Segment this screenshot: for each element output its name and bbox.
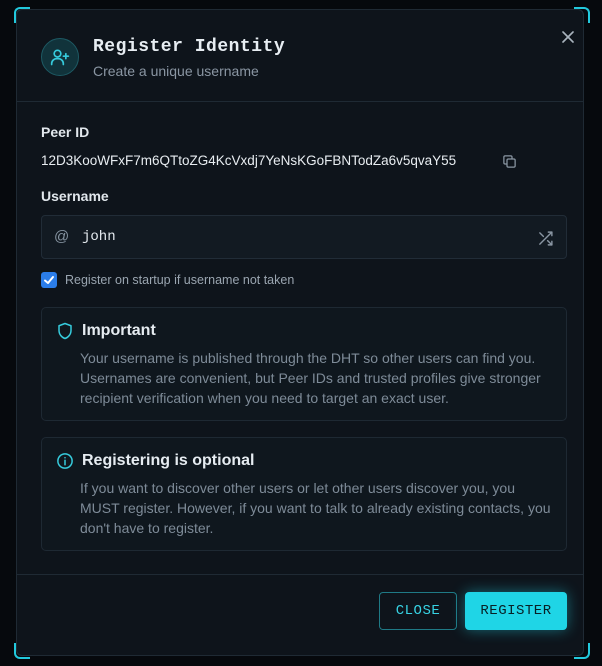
important-notice: Important Your username is published thr…: [41, 307, 567, 421]
dialog-title: Register Identity: [93, 37, 286, 57]
close-icon[interactable]: [557, 26, 579, 48]
username-input[interactable]: [82, 225, 522, 249]
checkmark-icon: [44, 276, 54, 284]
info-circle-icon: [57, 453, 73, 469]
username-label: Username: [41, 188, 109, 204]
peer-id-label: Peer ID: [41, 124, 90, 140]
register-on-startup-label: Register on startup if username not take…: [65, 273, 295, 287]
user-plus-icon: [41, 38, 79, 76]
important-notice-body: Your username is published through the D…: [80, 350, 541, 406]
optional-notice-title: Registering is optional: [82, 452, 255, 469]
close-button[interactable]: CLOSE: [379, 592, 457, 630]
register-on-startup-checkbox[interactable]: [41, 272, 57, 288]
username-field: @: [41, 215, 567, 259]
shield-icon: [58, 322, 72, 340]
header-divider: [17, 101, 583, 102]
register-identity-dialog: Register Identity Create a unique userna…: [16, 9, 584, 656]
copy-icon[interactable]: [500, 152, 518, 170]
optional-notice-body: If you want to discover other users or l…: [80, 480, 551, 536]
important-notice-title: Important: [82, 322, 156, 339]
footer-divider: [17, 574, 583, 575]
dialog-subtitle: Create a unique username: [93, 63, 259, 79]
optional-notice: Registering is optional If you want to d…: [41, 437, 567, 551]
at-sign-prefix: @: [54, 228, 70, 245]
register-button[interactable]: REGISTER: [465, 592, 567, 630]
peer-id-value: 12D3KooWFxF7m6QTtoZG4KcVxdj7YeNsKGoFBNTo…: [41, 153, 457, 168]
shuffle-icon[interactable]: [535, 228, 555, 248]
